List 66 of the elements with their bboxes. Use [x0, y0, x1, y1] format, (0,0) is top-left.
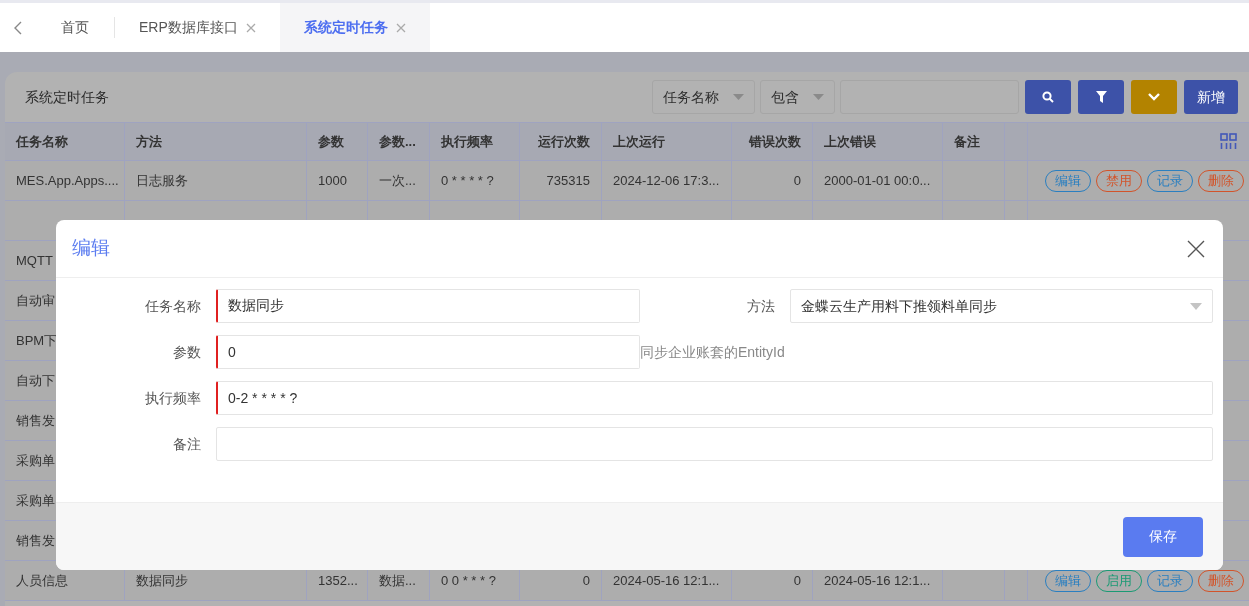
table-cell-text: 1352... — [318, 571, 358, 590]
field-label: 方法 — [746, 296, 776, 316]
table-cell-text: 735315 — [546, 171, 590, 190]
column-header[interactable]: 上次错误 — [824, 131, 876, 152]
table-cell-text: 日志服务 — [136, 171, 188, 190]
column-header[interactable]: 上次运行 — [613, 131, 665, 152]
caret-icon — [1190, 302, 1202, 310]
table-cell-text: MES.App.Apps.... — [16, 171, 119, 190]
field-label: 执行频率 — [144, 388, 202, 408]
table-cell-text: 0 — [793, 171, 801, 190]
save-button[interactable]: 保存 — [1123, 516, 1203, 557]
table-cell-text: 自动下 — [16, 371, 55, 390]
table-cell-text: BPM下 — [16, 331, 58, 350]
add-button[interactable]: 新增 — [1184, 80, 1238, 114]
table-cell-text: 数据同步 — [136, 571, 188, 590]
table-cell-text: 0 — [582, 571, 590, 590]
input-field[interactable]: 0 — [216, 335, 640, 369]
search-button[interactable] — [1025, 80, 1071, 114]
filter-button[interactable] — [1078, 80, 1124, 114]
input-field[interactable]: 0-2 * * * * ? — [216, 381, 1213, 415]
search-icon — [1042, 91, 1054, 103]
chevron-down-icon — [1148, 93, 1160, 101]
caret-icon — [813, 94, 824, 100]
field-label: 参数 — [172, 342, 202, 362]
table-cell-text: 0 — [793, 571, 801, 590]
column-header[interactable]: 错误次数 — [749, 131, 801, 152]
input-field[interactable]: 数据同步 — [216, 289, 640, 323]
close-icon[interactable] — [1187, 239, 1205, 258]
input-field[interactable] — [216, 427, 1213, 461]
column-header[interactable]: 参数 — [318, 131, 344, 152]
column-header[interactable]: 执行频率 — [441, 131, 493, 152]
expand-button[interactable] — [1131, 80, 1177, 114]
table-cell-text: 0 0 * * * ? — [441, 571, 496, 590]
table-cell-text: 自动审 — [16, 291, 55, 310]
column-header[interactable]: 任务名称 — [16, 131, 68, 152]
column-settings-icon[interactable] — [1220, 133, 1237, 150]
field-hint: 同步企业账套的EntityId — [640, 342, 785, 362]
column-header[interactable]: 参数... — [379, 131, 416, 152]
table-cell-text: 2024-05-16 12:1... — [824, 571, 931, 590]
table-cell-text: 销售发 — [16, 531, 55, 550]
column-header[interactable]: 方法 — [136, 131, 162, 152]
column-header[interactable]: 运行次数 — [538, 131, 590, 152]
table-cell-text: 采购单 — [16, 451, 55, 470]
table-cell-text: 数据... — [379, 571, 416, 590]
field-label: 备注 — [172, 434, 202, 454]
dialog-title: 编辑 — [72, 236, 110, 261]
panel-title: 系统定时任务 — [25, 87, 109, 107]
table-cell-text: 销售发 — [16, 411, 55, 430]
table-cell-text: 2000-01-01 00:0... — [824, 171, 931, 190]
table-cell-text: 0 * * * * ? — [441, 171, 494, 190]
filter-icon — [1095, 91, 1107, 103]
table-cell-text: 人员信息 — [16, 571, 68, 590]
field-label: 任务名称 — [144, 296, 202, 316]
table-cell-text: 采购单 — [16, 491, 55, 510]
filter-select[interactable]: 任务名称 — [652, 80, 755, 114]
table-cell-text: 2024-12-06 17:3... — [613, 171, 720, 190]
table-cell-text: 1000 — [318, 171, 347, 190]
filter-select[interactable]: 包含 — [760, 80, 835, 114]
table-cell-text: 一次... — [379, 171, 416, 190]
table-cell-text: MQTT — [16, 251, 53, 270]
method-select[interactable]: 金蝶云生产用料下推领料单同步 — [790, 289, 1213, 323]
tab[interactable]: 系统定时任务 — [279, 3, 430, 52]
table-cell-text: 2024-05-16 12:1... — [613, 571, 720, 590]
back-chevron-icon[interactable] — [14, 20, 22, 35]
caret-icon — [733, 94, 744, 100]
column-header[interactable]: 备注 — [954, 131, 980, 152]
